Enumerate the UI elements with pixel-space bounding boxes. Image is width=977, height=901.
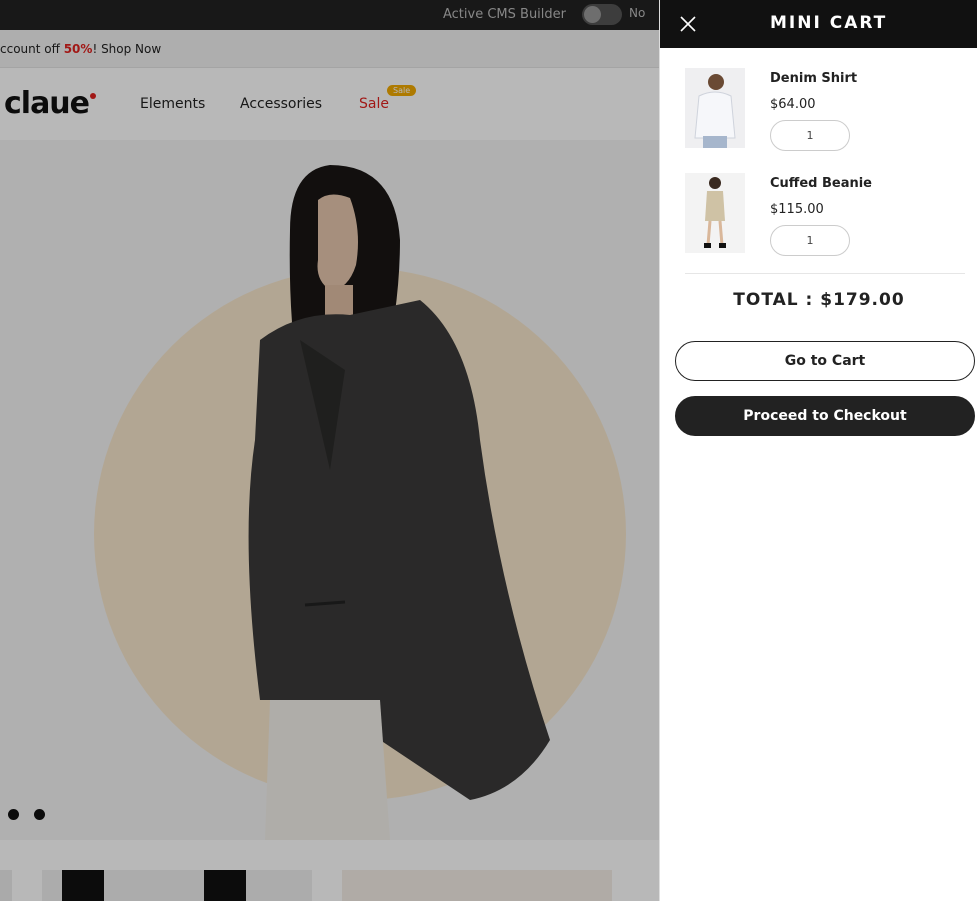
cart-item: Cuffed Beanie $115.00 1 xyxy=(685,173,965,263)
quantity-input[interactable]: 1 xyxy=(770,120,850,151)
cart-item-price: $64.00 xyxy=(770,97,816,112)
mini-cart-title: MINI CART xyxy=(770,13,888,33)
go-to-cart-button[interactable]: Go to Cart xyxy=(675,341,975,381)
mini-cart-header: MINI CART xyxy=(660,0,977,48)
cart-item-image[interactable] xyxy=(685,68,745,148)
page-dim-overlay[interactable] xyxy=(0,0,659,901)
cart-item: Denim Shirt $64.00 1 xyxy=(685,68,965,158)
quantity-input[interactable]: 1 xyxy=(770,225,850,256)
close-icon[interactable] xyxy=(677,13,699,35)
cart-item-price: $115.00 xyxy=(770,202,824,217)
cuffed-beanie-photo xyxy=(685,173,745,253)
mini-cart-panel: MINI CART Denim Shirt $64.00 1 Cuffed Be… xyxy=(659,0,977,901)
cart-item-name[interactable]: Denim Shirt xyxy=(770,71,857,86)
cart-item-name[interactable]: Cuffed Beanie xyxy=(770,176,872,191)
proceed-to-checkout-button[interactable]: Proceed to Checkout xyxy=(675,396,975,436)
cart-total: TOTAL : $179.00 xyxy=(733,290,905,310)
denim-shirt-photo xyxy=(685,68,745,148)
cart-item-image[interactable] xyxy=(685,173,745,253)
cart-divider xyxy=(685,273,965,274)
